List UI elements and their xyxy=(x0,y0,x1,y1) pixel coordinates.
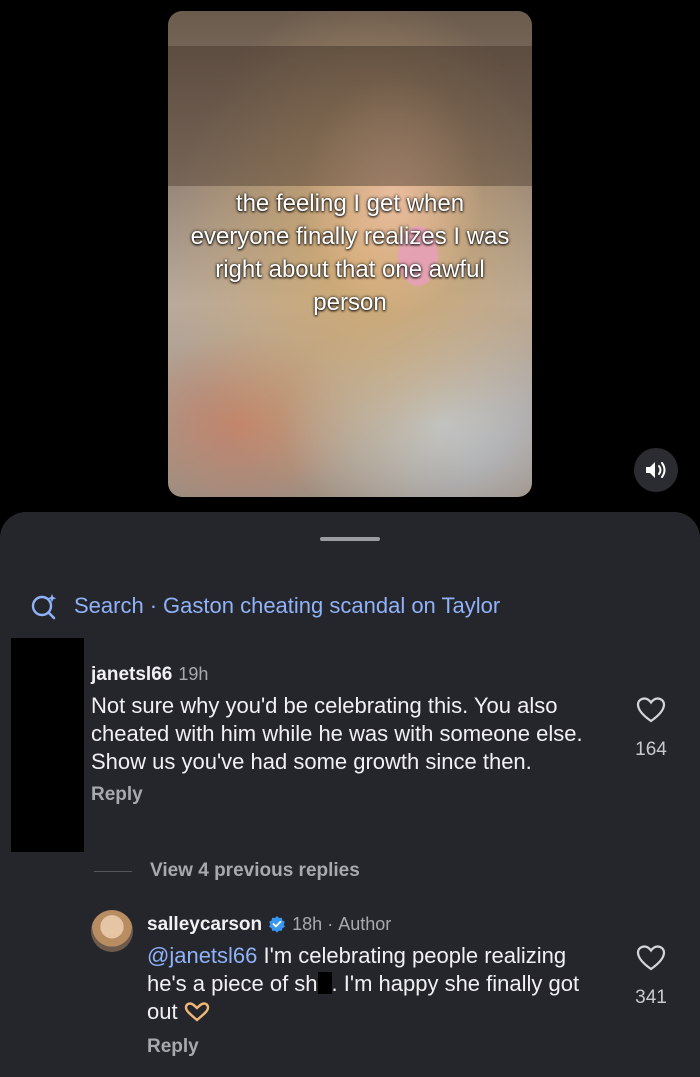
video-player[interactable]: the feeling I get when everyone finally … xyxy=(168,11,532,497)
mute-button[interactable] xyxy=(634,448,678,492)
author-badge: Author xyxy=(338,914,392,934)
replies-divider xyxy=(94,870,132,872)
video-overlay-text: the feeling I get when everyone finally … xyxy=(190,190,510,316)
comment-time: 18h xyxy=(292,914,323,934)
reply-button[interactable]: Reply xyxy=(147,1036,607,1058)
like-column: 164 xyxy=(621,696,681,761)
view-replies-label: View 4 previous replies xyxy=(150,860,360,881)
avatar[interactable] xyxy=(91,910,133,952)
like-column: 341 xyxy=(621,944,681,1009)
comment-text: @janetsl66 I'm celebrating people realiz… xyxy=(147,942,607,1026)
censor-block xyxy=(317,972,332,994)
view-previous-replies[interactable]: View 4 previous replies xyxy=(94,860,360,882)
comments-sheet: Search · Gaston cheating scandal on Tayl… xyxy=(0,512,700,1077)
video-background xyxy=(168,46,532,186)
reply-button[interactable]: Reply xyxy=(91,784,591,806)
mention-link[interactable]: @janetsl66 xyxy=(147,943,257,968)
search-suggestion[interactable]: Search · Gaston cheating scandal on Tayl… xyxy=(30,592,500,620)
comment-time: 19h xyxy=(178,664,209,684)
search-sparkle-icon xyxy=(31,594,57,620)
sheet-drag-handle[interactable] xyxy=(320,537,380,541)
comment-username[interactable]: salleycarson xyxy=(147,914,262,935)
comment-text: Not sure why you'd be celebrating this. … xyxy=(91,693,583,774)
meta-separator: · xyxy=(327,914,334,934)
heart-icon[interactable] xyxy=(636,696,666,724)
comment-username[interactable]: janetsl66 xyxy=(91,664,172,685)
comment: janetsl66 19h Not sure why you'd be celeb… xyxy=(91,664,591,806)
like-count: 164 xyxy=(635,739,667,760)
heart-hands-emoji xyxy=(184,1002,209,1022)
reply-comment: salleycarson 18h · Author @janetsl66 I'm ce… xyxy=(147,914,607,1058)
heart-icon[interactable] xyxy=(636,944,666,972)
redacted-avatar xyxy=(11,638,84,852)
search-separator: · xyxy=(149,593,158,618)
search-query: Gaston cheating scandal on Taylor xyxy=(163,593,501,618)
verified-badge-icon xyxy=(269,916,286,933)
speaker-icon xyxy=(646,462,666,478)
like-count: 341 xyxy=(635,987,667,1008)
search-prefix: Search xyxy=(74,593,144,618)
